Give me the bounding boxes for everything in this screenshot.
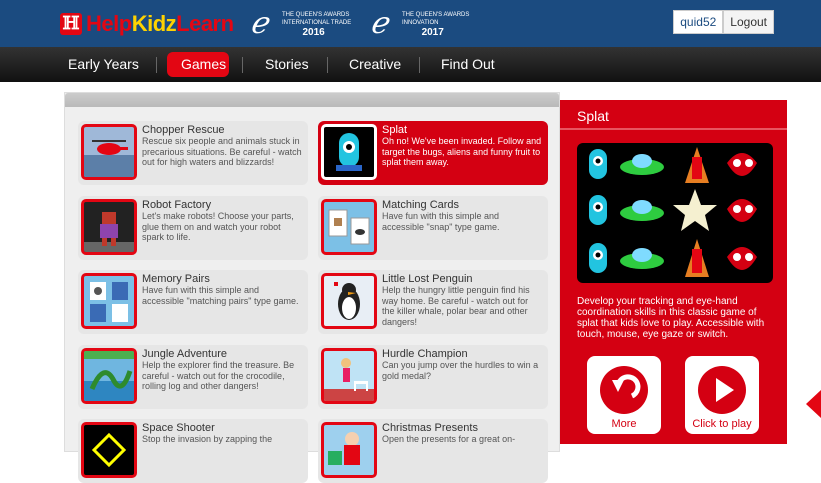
logout-button[interactable]: Logout	[723, 10, 774, 34]
matching-cards-thumbnail	[321, 199, 377, 255]
undo-arrow-icon	[600, 366, 648, 414]
game-detail-panel: Splat Develop your tracking and eye-hand…	[560, 100, 787, 444]
little-lost-penguin-thumbnail	[321, 273, 377, 329]
game-title: Christmas Presents	[382, 422, 478, 434]
more-label: More	[611, 418, 637, 430]
user-controls: quid52 Logout	[673, 10, 774, 34]
game-description: Oh no! We've been invaded. Follow and ta…	[382, 136, 542, 167]
game-card-hurdle-champion[interactable]: Hurdle Champion Can you jump over the hu…	[318, 345, 548, 409]
game-description: Have fun with this simple and accessible…	[142, 285, 299, 306]
game-card-christmas-presents[interactable]: Christmas Presents Open the presents for…	[318, 419, 548, 483]
more-button[interactable]: More	[587, 356, 661, 434]
game-card-chopper-rescue[interactable]: Chopper Rescue Rescue six people and ani…	[78, 121, 308, 185]
game-card-memory-pairs[interactable]: Memory Pairs Have fun with this simple a…	[78, 270, 308, 334]
game-card-jungle-adventure[interactable]: Jungle Adventure Help the explorer find …	[78, 345, 308, 409]
game-title: Jungle Adventure	[142, 348, 228, 360]
game-title: Splat	[382, 124, 408, 136]
robot-factory-thumbnail	[81, 199, 137, 255]
play-button[interactable]: Click to play	[685, 356, 759, 434]
nav-early-years[interactable]: Early Years	[68, 56, 139, 72]
game-description: Help the explorer find the treasure. Be …	[142, 360, 295, 391]
game-card-robot-factory[interactable]: Robot Factory Let's make robots! Choose …	[78, 196, 308, 260]
game-description: Let's make robots! Choose your parts, gl…	[142, 211, 294, 242]
username-link[interactable]: quid52	[673, 10, 724, 34]
crown-icon: ℯ	[370, 6, 388, 41]
games-panel: Chopper Rescue Rescue six people and ani…	[64, 92, 560, 483]
splat-thumbnail	[321, 124, 377, 180]
play-label: Click to play	[692, 418, 752, 430]
game-description: Rescue six people and animals stuck in p…	[142, 136, 302, 167]
panel-header	[65, 93, 559, 107]
queens-award-trade: ℯ The Queen's Awards International Trade…	[250, 6, 352, 41]
game-card-splat[interactable]: Splat Oh no! We've been invaded. Follow …	[318, 121, 548, 185]
game-description: Open the presents for a great on-	[382, 434, 516, 444]
game-description: Can you jump over the hurdles to win a g…	[382, 360, 539, 381]
top-header: ℍ HelpKidzLearn ℯ The Queen's Awards Int…	[0, 0, 821, 47]
site-logo[interactable]: ℍ HelpKidzLearn	[60, 10, 234, 38]
main-nav: Early Years Games Stories Creative Find …	[0, 47, 821, 82]
hurdle-champion-thumbnail	[321, 348, 377, 404]
game-title: Memory Pairs	[142, 273, 210, 285]
game-title: Matching Cards	[382, 199, 460, 211]
nav-games[interactable]: Games	[181, 56, 226, 72]
space-shooter-thumbnail	[81, 422, 137, 478]
play-icon	[698, 366, 746, 414]
nav-find-out[interactable]: Find Out	[441, 56, 495, 72]
nav-creative[interactable]: Creative	[349, 56, 401, 72]
splat-preview-image	[577, 143, 773, 283]
detail-description: Develop your tracking and eye-hand coord…	[577, 296, 765, 340]
memory-pairs-thumbnail	[81, 273, 137, 329]
game-card-matching-cards[interactable]: Matching Cards Have fun with this simple…	[318, 196, 548, 260]
detail-title: Splat	[577, 108, 609, 124]
game-title: Little Lost Penguin	[382, 273, 473, 285]
nav-stories[interactable]: Stories	[265, 56, 309, 72]
christmas-presents-thumbnail	[321, 422, 377, 478]
scroll-left-arrow-icon[interactable]	[806, 390, 821, 418]
game-description: Stop the invasion by zapping the	[142, 434, 273, 444]
game-title: Space Shooter	[142, 422, 215, 434]
game-title: Robot Factory	[142, 199, 212, 211]
chopper-rescue-thumbnail	[81, 124, 137, 180]
game-card-little-lost-penguin[interactable]: Little Lost Penguin Help the hungry litt…	[318, 270, 548, 334]
game-description: Help the hungry little penguin find his …	[382, 285, 530, 327]
game-description: Have fun with this simple and accessible…	[382, 211, 500, 232]
game-card-space-shooter[interactable]: Space Shooter Stop the invasion by zappi…	[78, 419, 308, 483]
queens-award-innovation: ℯ The Queen's Awards Innovation 2017	[370, 6, 470, 41]
logo-hk-icon: ℍ	[60, 13, 82, 35]
game-title: Hurdle Champion	[382, 348, 468, 360]
game-title: Chopper Rescue	[142, 124, 225, 136]
jungle-adventure-thumbnail	[81, 348, 137, 404]
crown-icon: ℯ	[250, 6, 268, 41]
